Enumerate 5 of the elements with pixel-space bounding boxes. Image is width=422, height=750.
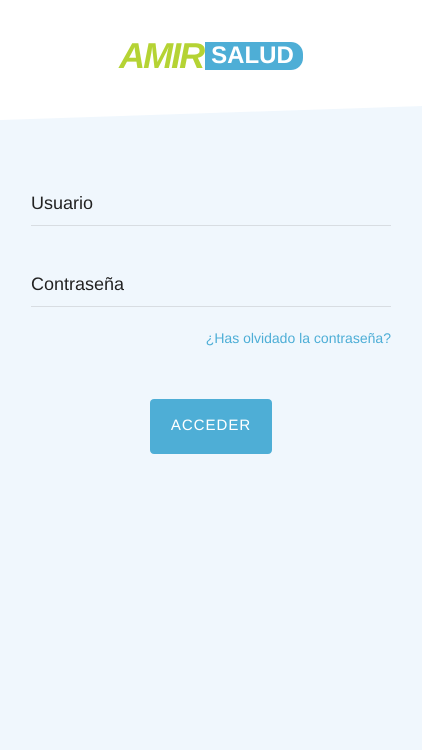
login-button[interactable]: ACCEDER: [150, 399, 272, 454]
logo: AMIR SALUD: [119, 38, 303, 74]
username-field[interactable]: Usuario: [31, 190, 391, 226]
password-field[interactable]: Contraseña: [31, 271, 391, 307]
forgot-password-link[interactable]: ¿Has olvidado la contraseña?: [206, 328, 391, 349]
